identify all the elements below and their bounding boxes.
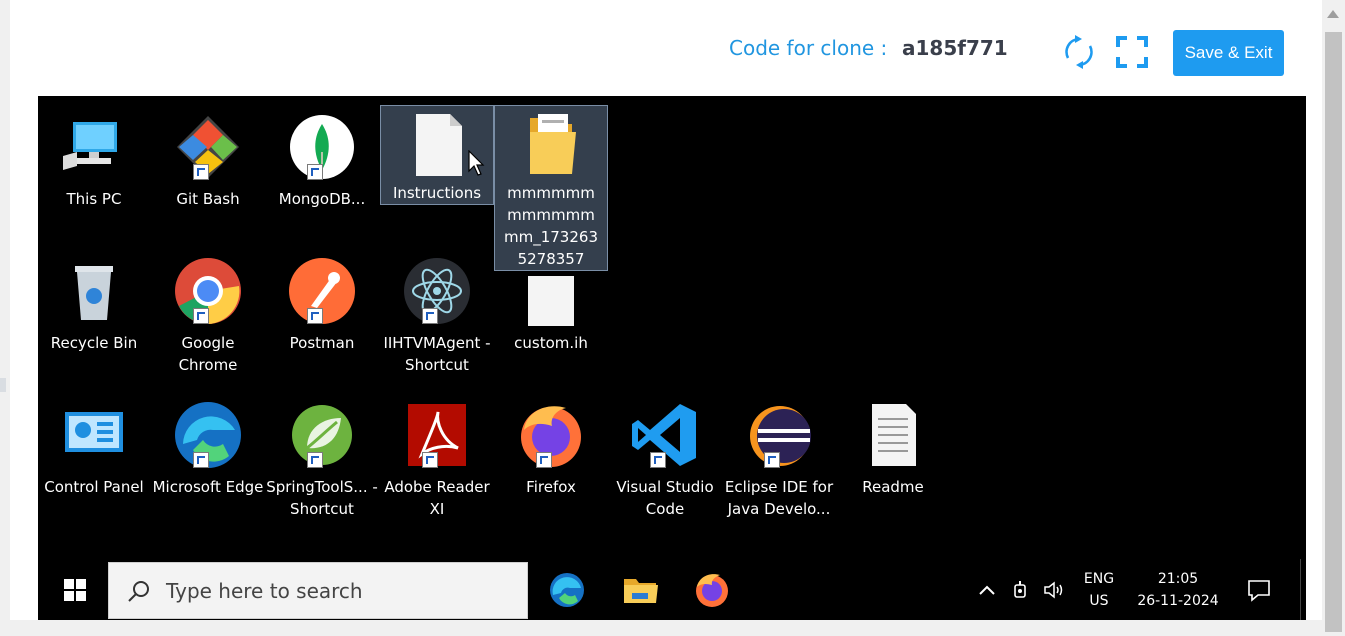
firefox-icon [516,400,586,470]
desktop-icon-label: Control Panel [44,478,144,496]
desktop-icon-label: Google Chrome [178,334,238,374]
desktop-icon-custom-ih[interactable]: custom.ih [495,246,607,384]
document-icon [858,400,928,470]
desktop-icon-vscode[interactable]: Visual Studio Code [609,390,721,528]
desktop-icon-firefox[interactable]: Firefox [495,390,607,528]
desktop-icon-label: Firefox [526,478,576,496]
shortcut-arrow-icon [422,308,438,324]
page-left-margin [0,0,10,636]
mouse-cursor-icon [468,150,485,176]
edge-icon [173,400,243,470]
desktop-icon-label: This PC [66,190,122,208]
desktop-icon-label: Git Bash [176,190,240,208]
page-bottom-margin [0,620,1322,636]
desktop-icon-recycle-bin[interactable]: Recycle Bin [38,246,150,384]
desktop-icon-label: IIHTVMAgent - Shortcut [383,334,491,374]
clone-code-value: a185f771 [902,36,1008,60]
search-placeholder: Type here to search [166,579,363,603]
text-file-icon [402,110,472,180]
shortcut-arrow-icon [307,164,323,180]
scrollbar-thumb[interactable] [1325,32,1342,632]
chrome-icon [173,256,243,326]
fullscreen-icon[interactable] [1114,34,1150,70]
desktop-icon-spring-tool-suite[interactable]: SpringToolS... - Shortcut [266,390,378,528]
desktop-icon-label: Microsoft Edge [152,478,264,496]
vscode-icon [630,400,700,470]
shortcut-arrow-icon [307,452,323,468]
this-pc-icon [59,112,129,182]
meet-now-icon[interactable] [1010,579,1032,601]
shortcut-arrow-icon [422,452,438,468]
desktop-icon-readme[interactable]: Readme [837,390,949,528]
taskbar: Type here to search ENG US 21:05 26-11-2… [38,559,1306,620]
spring-icon [287,400,357,470]
shortcut-arrow-icon [536,452,552,468]
desktop-icon-label: Eclipse IDE for Java Develo... [724,478,834,518]
remote-session-header: Code for clone : a185f771 Save & Exit [38,10,1306,96]
desktop-icon-label: SpringToolS... - Shortcut [266,478,378,518]
desktop-icon-label: Recycle Bin [50,334,138,352]
desktop-icon-iihtvmagent[interactable]: IIHTVMAgent - Shortcut [381,246,493,384]
desktop-icon-eclipse[interactable]: Eclipse IDE for Java Develo... [723,390,835,528]
desktop-icon-label: MongoDB... [278,190,366,208]
desktop-icon-control-panel[interactable]: Control Panel [38,390,150,528]
taskbar-firefox-icon[interactable] [693,571,731,609]
taskbar-search-box[interactable]: Type here to search [108,562,528,619]
language-line-1: ENG [1083,571,1115,587]
desktop-icon-this-pc[interactable]: This PC [38,102,150,240]
shortcut-arrow-icon [307,308,323,324]
language-indicator[interactable]: ENG US [1082,568,1116,612]
shortcut-arrow-icon [764,452,780,468]
desktop-icon-label: Adobe Reader XI [384,478,490,518]
volume-icon[interactable] [1042,579,1064,601]
notification-icon[interactable] [1246,577,1272,603]
page-scrollbar[interactable] [1322,0,1345,636]
clock-date: 26-11-2024 [1137,593,1219,609]
taskbar-file-explorer-icon[interactable] [622,571,660,609]
recycle-bin-icon [59,256,129,326]
shortcut-arrow-icon [193,452,209,468]
desktop-icon-label: Readme [862,478,924,496]
desktop-icon-adobe-reader[interactable]: Adobe Reader XI [381,390,493,528]
postman-icon [287,256,357,326]
desktop-icon-postman[interactable]: Postman [266,246,378,384]
desktop-icon-label: Visual Studio Code [616,478,714,518]
remote-desktop[interactable]: This PC Git Bash MongoDB... Instructions… [38,96,1306,620]
shortcut-arrow-icon [650,452,666,468]
save-exit-button[interactable]: Save & Exit [1173,30,1284,76]
shortcut-arrow-icon [193,164,209,180]
show-desktop-divider[interactable] [1300,559,1301,620]
control-panel-icon [59,400,129,470]
clone-code-label: Code for clone : [729,36,888,60]
desktop-icon-google-chrome[interactable]: Google Chrome [152,246,264,384]
folder-icon [516,110,586,180]
adobe-reader-icon [402,400,472,470]
language-line-2: US [1089,593,1109,609]
clock[interactable]: 21:05 26-11-2024 [1130,568,1226,612]
desktop-icon-mongodb[interactable]: MongoDB... [266,102,378,240]
atom-icon [402,256,472,326]
eclipse-icon [744,400,814,470]
desktop-icon-microsoft-edge[interactable]: Microsoft Edge [152,390,264,528]
refresh-icon[interactable] [1061,34,1097,70]
chevron-up-icon[interactable] [976,579,998,601]
clock-time: 21:05 [1157,571,1199,587]
desktop-icon-label: Instructions [392,184,482,202]
desktop-icon-git-bash[interactable]: Git Bash [152,102,264,240]
scroll-up-arrow-icon[interactable] [1327,10,1339,18]
windows-start-icon[interactable] [64,579,86,601]
desktop-icon-label: Postman [289,334,355,352]
desktop-icon-label: custom.ih [514,334,588,352]
search-icon [127,579,151,603]
git-bash-icon [173,112,243,182]
desktop-icon-instructions[interactable]: Instructions [380,105,494,205]
blank-file-icon [516,256,586,326]
shortcut-arrow-icon [193,308,209,324]
mongodb-icon [287,112,357,182]
taskbar-edge-icon[interactable] [548,571,586,609]
page-left-handle [0,378,6,392]
